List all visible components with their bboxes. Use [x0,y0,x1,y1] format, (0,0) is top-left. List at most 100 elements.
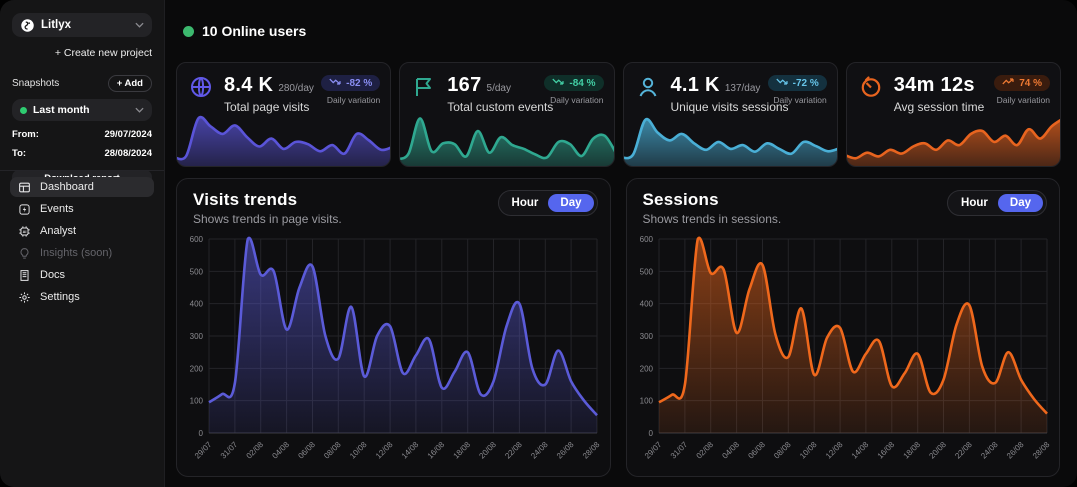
svg-text:200: 200 [639,364,653,373]
svg-text:400: 400 [639,300,653,309]
panel-sessions: Sessions Shows trends in sessions. Hour … [626,178,1061,477]
svg-text:20/08: 20/08 [927,440,948,461]
svg-text:20/08: 20/08 [477,440,498,461]
stat-rate: 5/day [487,83,511,94]
daily-variation-badge: -84 % [544,75,603,91]
svg-text:18/08: 18/08 [452,440,473,461]
svg-text:02/08: 02/08 [694,440,715,461]
svg-text:0: 0 [648,429,653,438]
docs-icon [18,269,31,282]
sparkline-chart [846,111,1061,167]
svg-text:10/08: 10/08 [798,440,819,461]
sidebar-item-settings[interactable]: Settings [10,287,154,307]
online-users: 10 Online users [183,23,306,39]
sparkline-chart [399,111,614,167]
panel-title: Visits trends [193,190,297,210]
toggle-hour[interactable]: Hour [502,194,549,212]
add-snapshot-button[interactable]: + Add [108,75,152,92]
snapshot-select[interactable]: Last month [12,99,152,121]
globe-icon [189,75,215,101]
svg-text:10/08: 10/08 [348,440,369,461]
trend-down-icon [776,77,789,89]
person-icon [636,75,662,101]
svg-text:12/08: 12/08 [374,440,395,461]
stat-rate: 280/day [278,83,314,94]
sparkline-chart [176,111,391,167]
sidebar-item-dashboard[interactable]: Dashboard [10,177,154,197]
snapshots-label: Snapshots [12,78,59,89]
svg-text:16/08: 16/08 [875,440,896,461]
svg-text:18/08: 18/08 [901,440,922,461]
chevron-down-icon [135,107,144,113]
stat-card-unique-visits-sessions: 4.1 K 137/day Unique visits sessions -72… [623,62,838,167]
stat-value: 4.1 K [671,74,720,97]
sidebar-divider [0,170,164,171]
to-value: 28/08/2024 [104,148,152,159]
svg-text:24/08: 24/08 [529,440,550,461]
online-users-text: 10 Online users [202,23,306,39]
daily-variation-badge: -82 % [321,75,380,91]
svg-text:AI: AI [23,230,27,234]
svg-text:31/07: 31/07 [219,440,240,461]
svg-text:22/08: 22/08 [503,440,524,461]
svg-text:600: 600 [190,235,204,244]
svg-text:0: 0 [199,429,204,438]
from-label: From: [12,129,39,140]
svg-text:08/08: 08/08 [322,440,343,461]
sidebar-item-insights-soon: Insights (soon) [10,243,154,263]
panel-subtitle: Shows trends in page visits. [193,212,342,226]
area-chart: 010020030040050060029/0731/0702/0804/080… [635,229,1053,473]
svg-text:31/07: 31/07 [668,440,689,461]
toggle-hour[interactable]: Hour [951,194,998,212]
svg-text:26/08: 26/08 [1004,440,1025,461]
daily-variation-badge: -72 % [768,75,827,91]
stat-cards: 8.4 K 280/day Total page visits -82 % Da… [176,62,1061,167]
svg-text:28/08: 28/08 [581,440,602,461]
chart-panels: Visits trends Shows trends in page visit… [176,178,1060,477]
analyst-icon: AI [18,225,31,238]
panel-title: Sessions [643,190,719,210]
insights-icon [18,247,31,260]
svg-text:12/08: 12/08 [823,440,844,461]
chevron-down-icon [135,22,144,28]
daily-variation-badge: 74 % [994,75,1050,91]
events-icon [18,203,31,216]
svg-text:24/08: 24/08 [979,440,1000,461]
svg-text:300: 300 [639,332,653,341]
trend-up-icon [1002,77,1015,89]
sidebar-item-docs[interactable]: Docs [10,265,154,285]
svg-text:14/08: 14/08 [849,440,870,461]
snapshot-selected: Last month [33,104,129,116]
svg-text:100: 100 [190,397,204,406]
svg-text:600: 600 [639,235,653,244]
svg-text:500: 500 [639,267,653,276]
toggle-day[interactable]: Day [548,194,593,212]
to-label: To: [12,148,26,159]
svg-text:200: 200 [190,364,204,373]
hour-day-toggle: Hour Day [947,190,1047,216]
daily-variation-label: Daily variation [994,95,1050,105]
stat-value: 167 [447,74,481,97]
stat-rate: 137/day [725,83,761,94]
litlyx-logo-icon [20,18,35,33]
project-selector[interactable]: Litlyx [12,13,152,37]
svg-text:04/08: 04/08 [720,440,741,461]
sidebar-item-analyst[interactable]: AI Analyst [10,221,154,241]
svg-text:28/08: 28/08 [1030,440,1051,461]
online-status-dot [183,26,194,37]
svg-text:500: 500 [190,267,204,276]
svg-text:300: 300 [190,332,204,341]
trend-down-icon [329,77,342,89]
main-content: 10 Online users 8.4 K 280/day Total page… [165,0,1077,487]
stat-card-total-page-visits: 8.4 K 280/day Total page visits -82 % Da… [176,62,391,167]
svg-text:04/08: 04/08 [270,440,291,461]
stat-card-total-custom-events: 167 5/day Total custom events -84 % Dail… [399,62,614,167]
flag-icon [412,75,438,101]
project-name: Litlyx [41,19,129,31]
svg-text:26/08: 26/08 [555,440,576,461]
sparkline-chart [623,111,838,167]
create-new-project-button[interactable]: + Create new project [12,47,152,59]
svg-text:400: 400 [190,300,204,309]
sidebar-item-events[interactable]: Events [10,199,154,219]
toggle-day[interactable]: Day [998,194,1043,212]
